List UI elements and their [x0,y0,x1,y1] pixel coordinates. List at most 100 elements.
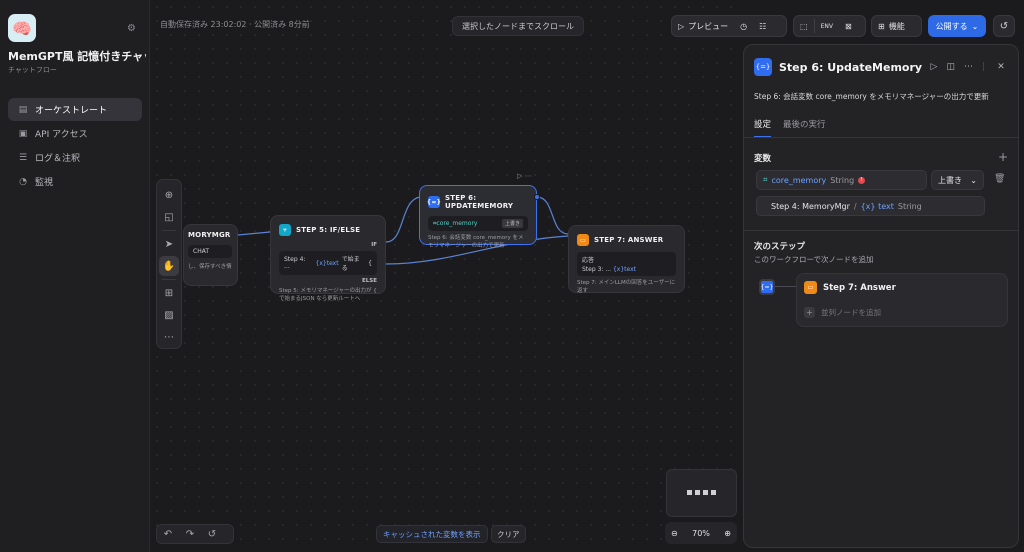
cached-variables-button[interactable]: キャッシュされた変数を表示 [376,525,488,543]
history-icon: ↺ [207,528,217,540]
version-history-button[interactable]: ↺ [201,525,223,543]
plus-icon: + [804,307,815,318]
chevron-down-icon: ⌄ [970,175,977,185]
clear-button[interactable]: クリア [491,525,526,543]
variables-title: 変数 [754,154,772,164]
more-icon[interactable]: ⋯ [964,62,973,72]
undo-icon: ↶ [163,528,173,540]
tab-last-run[interactable]: 最後の実行 [783,118,826,138]
node-title: STEP 5: IF/ELSE [296,226,361,234]
zoom-level[interactable]: 70% [692,529,710,538]
plus-circle-icon: ⊕ [164,189,174,201]
node-settings-panel: {=} Step 6: UpdateMemory ▷ ◫ ⋯ | ✕ Step … [743,44,1019,548]
variable-button[interactable]: ⊠ [839,16,858,36]
conversation-var-icon: ⌗ [763,175,768,184]
list-icon: ☷ [759,21,767,31]
undo-button[interactable]: ↶ [157,525,179,543]
env-group: ⬚ ENV ⊠ [793,15,866,37]
add-node-button[interactable]: ⊕ [159,185,179,205]
next-step-title: 次のステップ [754,242,806,252]
assign-chip: ⌗core_memory 上書き [428,216,528,231]
run-node-icon[interactable]: ▷ [931,62,938,72]
grid-icon: ⊞ [878,21,885,31]
debug-button[interactable]: ⬚ [794,16,814,36]
next-step-subtitle: このワークフローで次ノードを追加 [754,255,874,264]
debug-icon: ⬚ [800,21,808,31]
minimap[interactable] [666,469,737,517]
output-port[interactable] [534,194,540,200]
publish-button[interactable]: 公開する ⌄ [928,15,986,37]
more-button[interactable]: ⋯ [159,327,179,347]
else-label: ELSE [362,278,377,284]
node-answer[interactable]: ▭ STEP 7: ANSWER 応答 Step 3: ... {x}text S… [568,225,685,294]
node-memorymgr[interactable]: MORYMGR CHAT し、保存すべき情 [183,224,238,286]
layout-icon: ⊞ [164,287,174,299]
panel-description[interactable]: Step 6: 会話変数 core_memory をメモリマネージャーの出力で更… [754,91,989,102]
close-icon[interactable]: ✕ [994,60,1008,74]
redo-button[interactable]: ↷ [179,525,201,543]
node-ifelse[interactable]: ⑂ STEP 5: IF/ELSE IF Step 4: ... {x}text … [270,215,386,302]
canvas-toolbar: ⊕ ◱ ➤ ✋ ⊞ ▨ ⋯ [156,179,182,349]
autosave-status: 自動保存済み 23:02:02 · 公開済み 8分前 [160,20,310,29]
panel-title[interactable]: Step 6: UpdateMemory [779,61,922,74]
history-icon: ↺ [999,20,1009,32]
condition-chip: Step 4: ... {x}text で始まる { [279,251,377,275]
node-title: MORYMGR [188,231,231,239]
source-variable-select[interactable]: Step 4: MemoryMgr / {x} text String [756,196,985,216]
env-icon: ENV [820,22,833,30]
preview-button[interactable]: ▷ プレビュー [672,16,734,36]
node-title: STEP 6: UPDATEMEMORY [445,194,514,210]
note-icon: ◱ [164,211,174,223]
export-image-button[interactable]: ▨ [159,305,179,325]
history-button[interactable]: ↺ [993,15,1015,37]
features-button[interactable]: ⊞ 機能 [872,16,911,36]
organize-button[interactable]: ⊞ [159,283,179,303]
scroll-to-node-button[interactable]: 選択したノードまでスクロール [452,16,584,36]
image-icon: ▨ [164,309,174,321]
app-root: 🧠 ⚙ MemGPT風 記憶付きチャッ... チャットフロー ▤ オーケストレー… [0,0,1024,552]
pointer-mode-button[interactable]: ➤ [159,234,179,254]
node-desc: Step 7: メインLLMの回答をユーザーに返す [577,280,676,294]
zoom-out-icon[interactable]: ⊖ [671,529,678,538]
node-desc: し、保存すべき情 [188,264,232,270]
branch-icon: ⑂ [279,224,291,236]
node-desc: Step 5: メモリマネージャーの出力が { で始まるJSON なら更新ルート… [279,288,377,302]
target-variable-select[interactable]: ⌗ core_memory String ! [756,170,927,190]
add-variable-icon[interactable]: + [998,150,1008,164]
history-list-button[interactable]: ☷ [753,16,772,36]
redo-icon: ↷ [185,528,195,540]
add-parallel-node-button[interactable]: + 並列ノードを追加 [804,307,881,318]
trash-icon[interactable]: 🗑 [994,174,1005,184]
answer-chip: 応答 Step 3: ... {x}text [577,252,676,276]
help-doc-icon[interactable]: ◫ [946,62,955,72]
zoom-in-icon[interactable]: ⊕ [724,529,731,538]
node-title: STEP 7: ANSWER [594,236,664,244]
play-icon: ▷ [678,21,685,31]
undo-redo-group: ↶ ↷ ↺ [156,524,234,544]
if-label: IF [371,242,377,248]
chevron-down-icon: ⌄ [971,21,979,31]
hand-mode-button[interactable]: ✋ [159,256,179,276]
tab-settings[interactable]: 設定 [754,118,772,138]
checklist-icon: ◷ [740,21,748,31]
error-icon: ! [858,176,866,184]
variable-assigner-icon: {=} [427,196,441,208]
variable-assigner-icon: {=} [754,58,772,76]
node-run-icon[interactable]: ▷ ⋯ [517,172,532,180]
cond-var: {x}text [315,259,339,267]
more-icon: ⋯ [164,331,174,343]
features-group: ⊞ 機能 [871,15,922,37]
answer-icon: ▭ [804,281,817,294]
env-button[interactable]: ENV [815,16,839,36]
checklist-button[interactable]: ◷ [734,16,753,36]
model-chip: CHAT [188,245,232,258]
node-desc: Step 6: 会話変数 core_memory をメモリマネージャーの出力で更… [428,235,524,249]
add-note-button[interactable]: ◱ [159,207,179,227]
next-node-item[interactable]: ▭ Step 7: Answer [804,281,896,294]
operation-select[interactable]: 上書き ⌄ [931,170,984,190]
next-step-card: ▭ Step 7: Answer + 並列ノードを追加 [796,273,1008,327]
answer-icon: ▭ [577,234,589,246]
node-updatememory[interactable]: {=} STEP 6: UPDATEMEMORY ⌗core_memory 上書き… [419,185,537,249]
zoom-control: ⊖ 70% ⊕ [665,522,737,544]
preview-group: ▷ プレビュー ◷ ☷ [671,15,787,37]
